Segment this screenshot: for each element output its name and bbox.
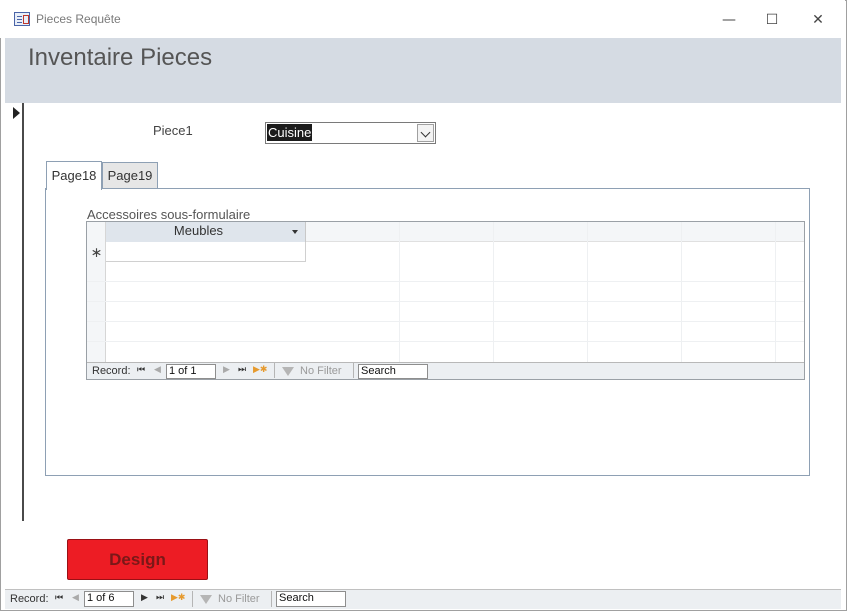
piece1-selected-value[interactable]: Cuisine: [267, 124, 313, 141]
minimize-button[interactable]: —: [714, 8, 744, 32]
chevron-down-icon[interactable]: [417, 124, 434, 142]
subform-record-label: Record:: [92, 365, 131, 377]
piece1-label: Piece1: [153, 123, 193, 138]
new-row-cell[interactable]: [106, 242, 306, 262]
next-record-icon[interactable]: ▶: [223, 365, 230, 375]
main-filter-status[interactable]: No Filter: [218, 593, 260, 605]
next-record-icon[interactable]: ▶: [141, 593, 148, 603]
nav-separator: [353, 363, 354, 378]
previous-record-icon[interactable]: ◀: [72, 593, 79, 603]
grid-row-line: [87, 301, 804, 302]
main-search-input[interactable]: Search: [276, 591, 346, 607]
subform-search-input[interactable]: Search: [358, 364, 428, 379]
subform-filter-status[interactable]: No Filter: [300, 365, 342, 377]
main-record-label: Record:: [10, 593, 49, 605]
column-filter-dropdown-icon[interactable]: [292, 230, 298, 234]
filter-icon: [200, 595, 212, 604]
first-record-icon[interactable]: ⏮: [55, 593, 63, 603]
tab-page19[interactable]: Page19: [102, 162, 158, 188]
grid-row-line: [87, 321, 804, 322]
tab-page18[interactable]: Page18: [46, 161, 102, 190]
subform-record-position[interactable]: 1 of 1: [166, 364, 216, 379]
nav-separator: [271, 591, 272, 607]
current-record-arrow-icon: [13, 107, 20, 119]
nav-separator: [274, 363, 275, 378]
record-selector-strip[interactable]: [5, 103, 24, 521]
last-record-icon[interactable]: ⏭: [238, 365, 246, 375]
close-button[interactable]: ✕: [803, 8, 833, 32]
new-record-nav-icon[interactable]: ▶✱: [253, 365, 267, 375]
main-record-position[interactable]: 1 of 6: [84, 591, 134, 607]
filter-icon: [282, 367, 294, 376]
form-title: Inventaire Pieces: [28, 44, 213, 71]
form-icon: [14, 12, 30, 26]
previous-record-icon[interactable]: ◀: [154, 365, 161, 375]
grid-row-line: [87, 341, 804, 342]
first-record-icon[interactable]: ⏮: [137, 365, 145, 375]
window-title: Pieces Requête: [36, 12, 121, 26]
grid-row-line: [87, 281, 804, 282]
maximize-button[interactable]: ☐: [757, 8, 787, 32]
subform-label: Accessoires sous-formulaire: [87, 207, 251, 222]
last-record-icon[interactable]: ⏭: [156, 593, 164, 603]
new-record-icon: ∗: [90, 244, 103, 260]
design-button[interactable]: Design: [67, 539, 208, 580]
new-record-nav-icon[interactable]: ▶✱: [171, 593, 185, 603]
nav-separator: [192, 591, 193, 607]
column-header-label: Meubles: [173, 223, 224, 238]
